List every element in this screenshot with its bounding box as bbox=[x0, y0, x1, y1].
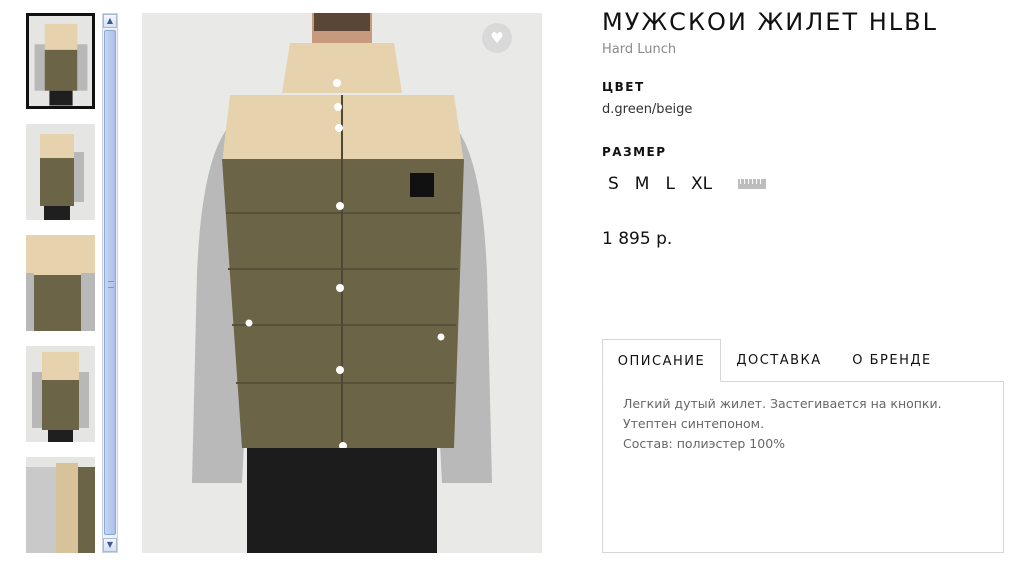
thumbnail-list bbox=[26, 13, 96, 553]
composition-text: Состав: полиэстер 100% bbox=[623, 436, 786, 451]
size-selector: S M L XL bbox=[600, 174, 767, 194]
tab-description[interactable]: ОПИСАНИЕ bbox=[602, 339, 721, 382]
chevron-down-icon[interactable]: ▼ bbox=[103, 538, 117, 552]
price: 1 895 р. bbox=[602, 229, 673, 249]
main-product-image[interactable] bbox=[142, 13, 542, 553]
scroll-thumb[interactable] bbox=[104, 30, 116, 535]
product-title: МУЖСКОИ ЖИЛЕТ HLBL bbox=[602, 8, 939, 36]
tab-panel-description: Легкий дутый жилет. Застегивается на кно… bbox=[602, 381, 1004, 553]
product-page: ▲ ▼ ♥ МУЖСКОИ ЖИЛЕТ HLBL Hard Lunch ЦВЕТ… bbox=[0, 0, 1019, 562]
size-option-l[interactable]: L bbox=[657, 174, 682, 194]
tab-delivery[interactable]: ДОСТАВКА bbox=[726, 339, 832, 382]
thumbnail-5[interactable] bbox=[26, 457, 95, 553]
thumbnail-3[interactable] bbox=[26, 235, 95, 331]
chevron-up-icon[interactable]: ▲ bbox=[103, 14, 117, 28]
color-value: d.green/beige bbox=[602, 102, 693, 117]
info-tabs: ОПИСАНИЕ ДОСТАВКА О БРЕНДЕ bbox=[602, 339, 1004, 382]
thumbnail-4[interactable] bbox=[26, 346, 95, 442]
heart-icon[interactable]: ♥ bbox=[482, 23, 512, 53]
vest-photo bbox=[142, 13, 542, 553]
scroll-grip-icon bbox=[108, 281, 114, 288]
brand-name[interactable]: Hard Lunch bbox=[602, 42, 676, 57]
color-label: ЦВЕТ bbox=[602, 80, 645, 94]
size-option-s[interactable]: S bbox=[600, 174, 627, 194]
size-option-xl[interactable]: XL bbox=[683, 174, 720, 194]
thumbnail-scrollbar[interactable]: ▲ ▼ bbox=[102, 13, 118, 553]
description-text: Легкий дутый жилет. Застегивается на кно… bbox=[623, 396, 942, 431]
thumbnail-2[interactable] bbox=[26, 124, 95, 220]
size-label: РАЗМЕР bbox=[602, 145, 667, 159]
tab-brand[interactable]: О БРЕНДЕ bbox=[845, 339, 939, 382]
thumbnail-1[interactable] bbox=[26, 13, 95, 109]
ruler-icon[interactable] bbox=[738, 179, 767, 189]
size-option-m[interactable]: M bbox=[627, 174, 658, 194]
